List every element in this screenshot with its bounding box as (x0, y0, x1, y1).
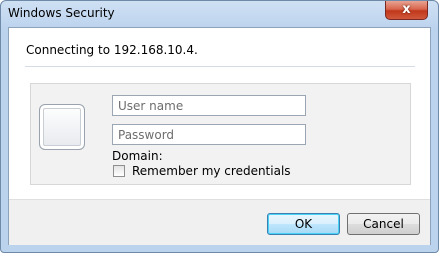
dialog-body: Connecting to 192.168.10.4. Domain: Reme… (8, 27, 431, 245)
password-input[interactable] (112, 124, 306, 145)
windows-security-dialog: Windows Security x Connecting to 192.168… (0, 0, 439, 253)
remember-credentials-checkbox[interactable] (113, 165, 125, 177)
credential-tile: Domain: Remember my credentials (30, 83, 411, 185)
ok-button[interactable]: OK (267, 213, 340, 235)
user-avatar-icon (39, 104, 85, 150)
cancel-button[interactable]: Cancel (347, 213, 420, 235)
username-input[interactable] (112, 95, 306, 116)
button-bar: OK Cancel (9, 199, 430, 245)
divider (25, 66, 415, 67)
domain-label: Domain: (112, 149, 163, 163)
connecting-message: Connecting to 192.168.10.4. (26, 43, 198, 57)
window-title: Windows Security (8, 6, 115, 20)
close-icon: x (402, 2, 411, 17)
title-bar[interactable]: Windows Security x (1, 1, 438, 27)
remember-credentials-label[interactable]: Remember my credentials (132, 164, 291, 178)
close-button[interactable]: x (385, 1, 428, 20)
